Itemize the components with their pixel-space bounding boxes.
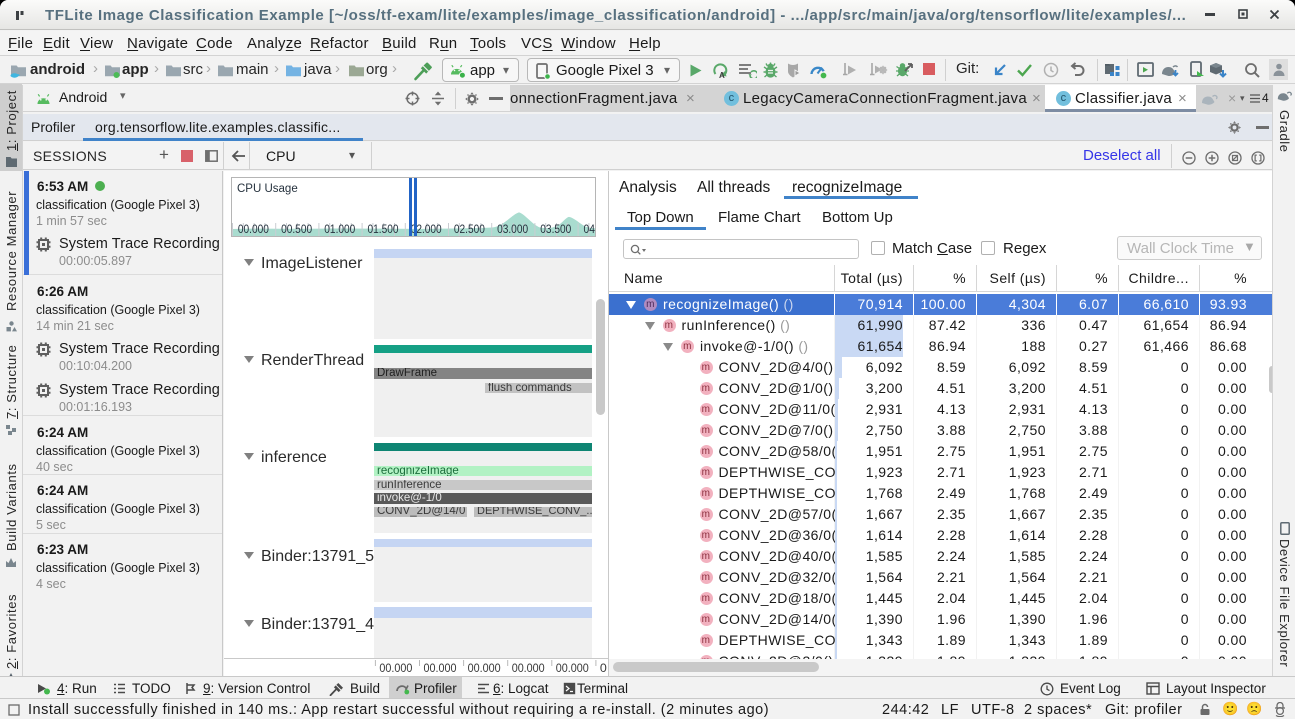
svg-text:03.000: 03.000 xyxy=(497,224,528,236)
svg-text:02.500: 02.500 xyxy=(454,224,485,236)
svg-text:00.000: 00.000 xyxy=(379,661,412,675)
svg-text:01.000: 01.000 xyxy=(324,224,355,236)
svg-text:00.000: 00.000 xyxy=(424,661,457,675)
svg-text:00.000: 00.000 xyxy=(468,661,501,675)
svg-text:03.500: 03.500 xyxy=(540,224,571,236)
svg-text:00.500: 00.500 xyxy=(281,224,312,236)
svg-text:01.500: 01.500 xyxy=(368,224,399,236)
svg-text:A: A xyxy=(719,71,725,79)
svg-text:0: 0 xyxy=(600,661,607,675)
svg-text:00.000: 00.000 xyxy=(238,224,269,236)
svg-text:04.0: 04.0 xyxy=(584,224,596,236)
svg-text:00.000: 00.000 xyxy=(512,661,545,675)
svg-text:00.000: 00.000 xyxy=(556,661,589,675)
